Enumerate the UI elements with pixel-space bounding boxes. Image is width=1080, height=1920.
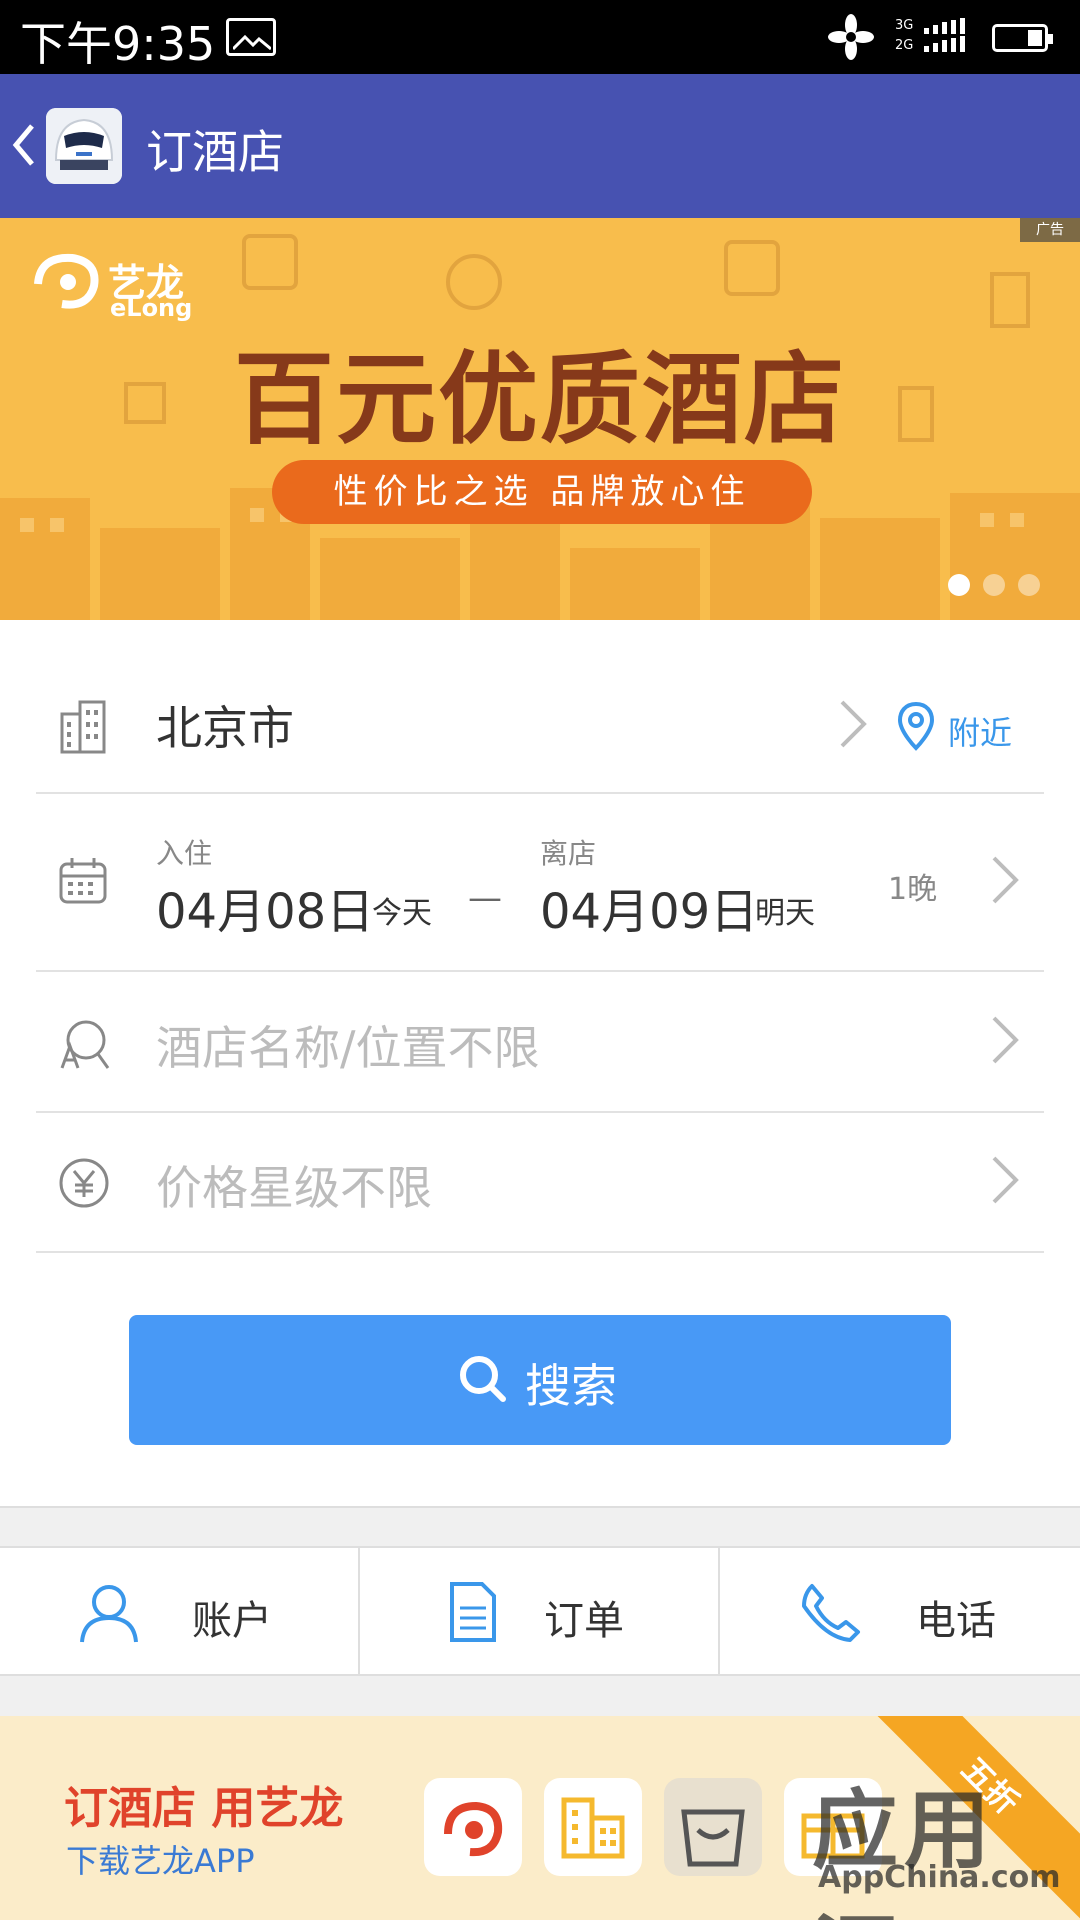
app-header: 订酒店 <box>0 74 1080 218</box>
ad-tag: 广告 <box>1020 218 1080 242</box>
watermark-text: 应用汇 <box>812 1781 996 1920</box>
price-star-placeholder[interactable]: 价格星级不限 <box>156 1152 432 1218</box>
network-type-labels: 3G 2G <box>895 16 913 56</box>
keyword-input-placeholder[interactable]: 酒店名称/位置不限 <box>156 1012 540 1078</box>
chevron-right-icon[interactable] <box>838 698 868 754</box>
ad-title: 订酒店 用艺龙 <box>64 1783 344 1834</box>
nearby-link[interactable]: 附近 <box>948 708 1012 754</box>
download-app-ad[interactable]: 订酒店 用艺龙 下载艺龙APP 五折 应用 AppChina.com <box>0 1716 1080 1920</box>
checkin-date[interactable]: 04月08日 <box>156 872 374 942</box>
train-logo-icon[interactable] <box>46 108 122 184</box>
search-icon <box>457 1353 509 1409</box>
battery-icon <box>992 24 1053 52</box>
elong-logo-icon <box>28 244 108 318</box>
hotel-app-tile <box>544 1778 642 1876</box>
divider <box>36 1251 1044 1253</box>
status-bar: 下午9:35 3G 2G <box>0 0 1080 74</box>
back-arrow-icon[interactable] <box>10 122 36 172</box>
signal-bars-icon <box>922 18 972 60</box>
flower-icon <box>828 14 874 64</box>
checkout-date[interactable]: 04月09日 <box>540 872 758 942</box>
search-button[interactable]: 搜索 <box>129 1315 951 1445</box>
banner-tagline: 性价比之选 品牌放心住 <box>272 460 812 524</box>
ad-subtitle: 下载艺龙APP <box>66 1842 255 1880</box>
search-button-label: 搜索 <box>525 1359 617 1413</box>
carousel-dot[interactable] <box>948 574 970 596</box>
hotel-building-icon <box>561 1797 625 1859</box>
promo-banner[interactable]: 广告 艺龙 eLong 百元优质酒店 性价比之选 品牌放心住 <box>0 218 1080 620</box>
bottom-nav: 账户 订单 电话 <box>0 1546 1080 1676</box>
checkin-caption: 入住 <box>156 837 213 870</box>
network-2g-label: 2G <box>895 38 914 53</box>
brand-mark-home-inn-icon <box>724 240 780 296</box>
checkout-caption: 离店 <box>540 837 597 870</box>
network-3g-label: 3G <box>895 18 914 33</box>
chevron-right-icon[interactable] <box>990 1014 1020 1070</box>
carousel-dot[interactable] <box>983 574 1005 596</box>
nav-label-orders: 订单 <box>544 1598 624 1644</box>
keyword-search-icon <box>58 1018 110 1074</box>
location-pin-icon[interactable] <box>896 700 936 756</box>
carousel-dot[interactable] <box>1018 574 1040 596</box>
watermark-url: AppChina.com <box>818 1860 1061 1895</box>
date-separator: — <box>468 878 502 918</box>
yuan-icon <box>58 1157 110 1213</box>
page-title: 订酒店 <box>146 125 284 179</box>
nav-item-account[interactable]: 账户 <box>0 1548 358 1674</box>
chevron-right-icon[interactable] <box>990 1154 1020 1210</box>
nights-count: 1晚 <box>888 872 938 907</box>
building-icon <box>58 700 108 758</box>
shopping-app-tile <box>664 1778 762 1876</box>
status-time: 下午9:35 <box>20 17 216 71</box>
app-screen: 下午9:35 3G 2G 订酒店 广告 艺龙 eLong 百元优质酒店 性价比之… <box>0 0 1080 1920</box>
document-icon <box>448 1580 498 1648</box>
checkout-day: 明天 <box>755 896 815 931</box>
elong-app-tile <box>424 1778 522 1876</box>
nav-label-phone: 电话 <box>916 1598 996 1644</box>
image-notification-icon <box>226 18 276 56</box>
calendar-icon <box>58 856 108 910</box>
elong-app-icon <box>444 1801 503 1857</box>
banner-headline: 百元优质酒店 <box>234 341 846 458</box>
city-value[interactable]: 北京市 <box>156 692 294 758</box>
nav-item-phone[interactable]: 电话 <box>720 1548 1080 1674</box>
nav-item-orders[interactable]: 订单 <box>360 1548 718 1674</box>
brand-mark-8-icon <box>242 234 298 290</box>
checkin-day: 今天 <box>372 896 432 931</box>
user-icon <box>78 1582 140 1648</box>
shopping-bag-icon <box>681 1809 745 1867</box>
section-gap <box>0 1676 1080 1716</box>
section-gap <box>0 1506 1080 1546</box>
nav-label-account: 账户 <box>192 1598 272 1644</box>
phone-icon <box>798 1582 862 1648</box>
chevron-right-icon[interactable] <box>990 854 1020 910</box>
brand-mark-hanting-icon <box>446 254 502 310</box>
